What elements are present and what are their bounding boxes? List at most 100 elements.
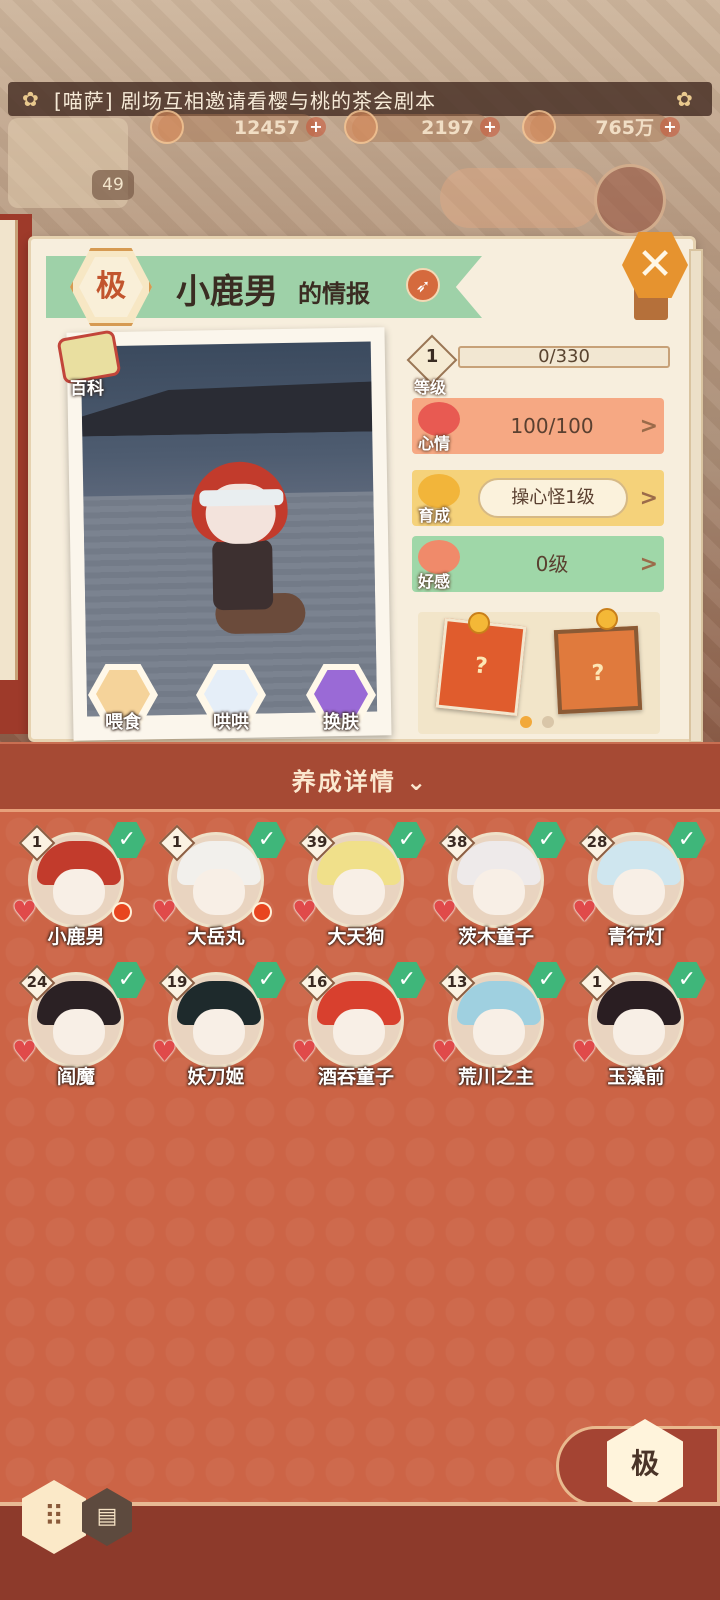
character-card[interactable]: 1 ✓ ♥ 玉藻前 bbox=[572, 962, 706, 1088]
notification-dot bbox=[112, 902, 132, 922]
character-level: 24 bbox=[26, 973, 48, 991]
coax-label: 哄哄 bbox=[213, 712, 249, 733]
currency-lantern: 2197 + bbox=[344, 110, 500, 144]
character-card[interactable]: 39 ✓ ♥ 大天狗 bbox=[292, 822, 426, 948]
encyclopedia-label: 百科 bbox=[70, 379, 104, 399]
page-dot[interactable] bbox=[542, 716, 554, 728]
coax-button[interactable]: 哄哄 bbox=[196, 664, 266, 734]
level-badge: 39 bbox=[298, 824, 336, 862]
level-label: 等级 bbox=[414, 378, 447, 397]
reward-card[interactable]: ? bbox=[553, 625, 643, 715]
flower-icon: ✿ bbox=[22, 87, 39, 111]
character-card[interactable]: 19 ✓ ♥ 妖刀姬 bbox=[152, 962, 286, 1088]
chevron-down-icon: ⌄ bbox=[406, 768, 429, 796]
portrait-face bbox=[193, 1009, 245, 1055]
mood-value: 100/100 bbox=[510, 414, 594, 438]
grade-filter: 极 bbox=[556, 1419, 720, 1509]
level-badge: 24 bbox=[18, 964, 56, 1002]
character-card[interactable]: 13 ✓ ♥ 荒川之主 bbox=[432, 962, 566, 1088]
character-name: 茨木童子 bbox=[457, 926, 534, 948]
level-stat: 1 等级 0/330 bbox=[406, 334, 670, 397]
feed-label: 喂食 bbox=[105, 712, 141, 733]
character-card[interactable]: 16 ✓ ♥ 酒吞童子 bbox=[292, 962, 426, 1088]
grade-filter-button[interactable]: 极 bbox=[607, 1419, 683, 1509]
portrait-face bbox=[613, 869, 665, 915]
level-badge: 28 bbox=[578, 824, 616, 862]
encyclopedia-button[interactable]: 百科 bbox=[54, 329, 128, 399]
flower-icon: ✿ bbox=[676, 87, 693, 111]
character-name: 小鹿男 bbox=[47, 926, 105, 948]
affection-value: 0级 bbox=[535, 552, 569, 576]
feed-button[interactable]: 喂食 bbox=[88, 664, 158, 734]
lantern-icon bbox=[344, 110, 378, 144]
portrait-face bbox=[53, 1009, 105, 1055]
currency-value: 12457 bbox=[233, 117, 300, 139]
mood-row[interactable]: 心情 100/100 > bbox=[412, 398, 664, 454]
character-headband bbox=[199, 489, 284, 507]
chevron-right-icon: > bbox=[639, 486, 658, 511]
character-name: 玉藻前 bbox=[607, 1066, 665, 1088]
character-level: 1 bbox=[591, 973, 603, 991]
page-dot-active[interactable] bbox=[520, 716, 532, 728]
character-name: 荒川之主 bbox=[457, 1066, 534, 1088]
character-name: 酒吞童子 bbox=[317, 1066, 394, 1088]
character-level: 28 bbox=[586, 833, 608, 851]
chevron-right-icon: > bbox=[639, 414, 658, 439]
character-grid: 1 ✓ ♥ 小鹿男 1 ✓ ♥ 大岳丸 39 ✓ ♥ 大天狗 38 ✓ ♥ 茨木童子 28 ✓ ♥ 青行灯 24 ✓ ♥ 阎魔… bbox=[0, 812, 720, 1502]
add-currency-button[interactable]: + bbox=[660, 117, 680, 137]
food-icon bbox=[150, 110, 184, 144]
reward-card-text: ? bbox=[473, 653, 489, 680]
character-name: 大天狗 bbox=[327, 926, 385, 948]
character-level: 39 bbox=[306, 833, 328, 851]
character-card[interactable]: 28 ✓ ♥ 青行灯 bbox=[572, 822, 706, 948]
currency-bar: 12457 + 2197 + 765万 + bbox=[0, 110, 720, 144]
character-card[interactable]: 24 ✓ ♥ 阎魔 bbox=[12, 962, 146, 1088]
coin-icon bbox=[522, 110, 556, 144]
ticker-text: [喵萨] 剧场互相邀请看樱与桃的茶会剧本 bbox=[54, 88, 436, 113]
level-badge: 1 bbox=[578, 964, 616, 1002]
portrait-face bbox=[473, 869, 525, 915]
character-card[interactable]: 1 ✓ ♥ 小鹿男 bbox=[12, 822, 146, 948]
section-title[interactable]: 养成详情 ⌄ bbox=[0, 762, 720, 797]
character-name: 阎魔 bbox=[56, 1066, 95, 1088]
chevron-right-icon: > bbox=[639, 552, 658, 577]
affection-row[interactable]: 好感 0级 > bbox=[412, 536, 664, 592]
character-name: 妖刀姬 bbox=[187, 1066, 245, 1088]
character-name: 青行灯 bbox=[607, 926, 665, 948]
portrait-face bbox=[473, 1009, 525, 1055]
character-name: 大岳丸 bbox=[187, 926, 245, 948]
mask-icon bbox=[594, 164, 666, 236]
book-page-edge bbox=[0, 220, 18, 680]
character-level: 1 bbox=[171, 833, 183, 851]
mood-label: 心情 bbox=[418, 434, 451, 453]
notification-dot bbox=[252, 902, 272, 922]
currency-value: 2197 bbox=[421, 117, 474, 139]
currency-coin: 765万 + bbox=[522, 110, 680, 144]
currency-food: 12457 + bbox=[150, 110, 326, 144]
smile-icon bbox=[468, 612, 490, 634]
character-name: 小鹿男 bbox=[176, 272, 278, 312]
character-level: 19 bbox=[166, 973, 188, 991]
growth-row[interactable]: 育成 操心怪1级 > bbox=[412, 470, 664, 526]
character-level: 13 bbox=[446, 973, 468, 991]
character-level: 38 bbox=[446, 833, 468, 851]
add-currency-button[interactable]: + bbox=[480, 117, 500, 137]
grade-filter-label: 极 bbox=[630, 1447, 659, 1480]
character-card[interactable]: 38 ✓ ♥ 茨木童子 bbox=[432, 822, 566, 948]
level-badge: 13 bbox=[438, 964, 476, 1002]
add-currency-button[interactable]: + bbox=[306, 117, 326, 137]
skin-label: 换肤 bbox=[323, 712, 359, 733]
growth-label: 育成 bbox=[418, 506, 451, 525]
level-badge: 38 bbox=[438, 824, 476, 862]
portrait-face bbox=[53, 869, 105, 915]
character-level: 1 bbox=[31, 833, 43, 851]
smile-icon bbox=[596, 608, 618, 630]
level-badge: 19 bbox=[158, 964, 196, 1002]
character-body bbox=[212, 539, 274, 611]
cloud-decoration bbox=[440, 168, 600, 228]
character-card[interactable]: 1 ✓ ♥ 大岳丸 bbox=[152, 822, 286, 948]
skin-button[interactable]: 换肤 bbox=[306, 664, 376, 734]
compass-icon[interactable]: ➶ bbox=[406, 268, 440, 302]
level-badge: 1 bbox=[18, 824, 56, 862]
level-badge: 16 bbox=[298, 964, 336, 1002]
